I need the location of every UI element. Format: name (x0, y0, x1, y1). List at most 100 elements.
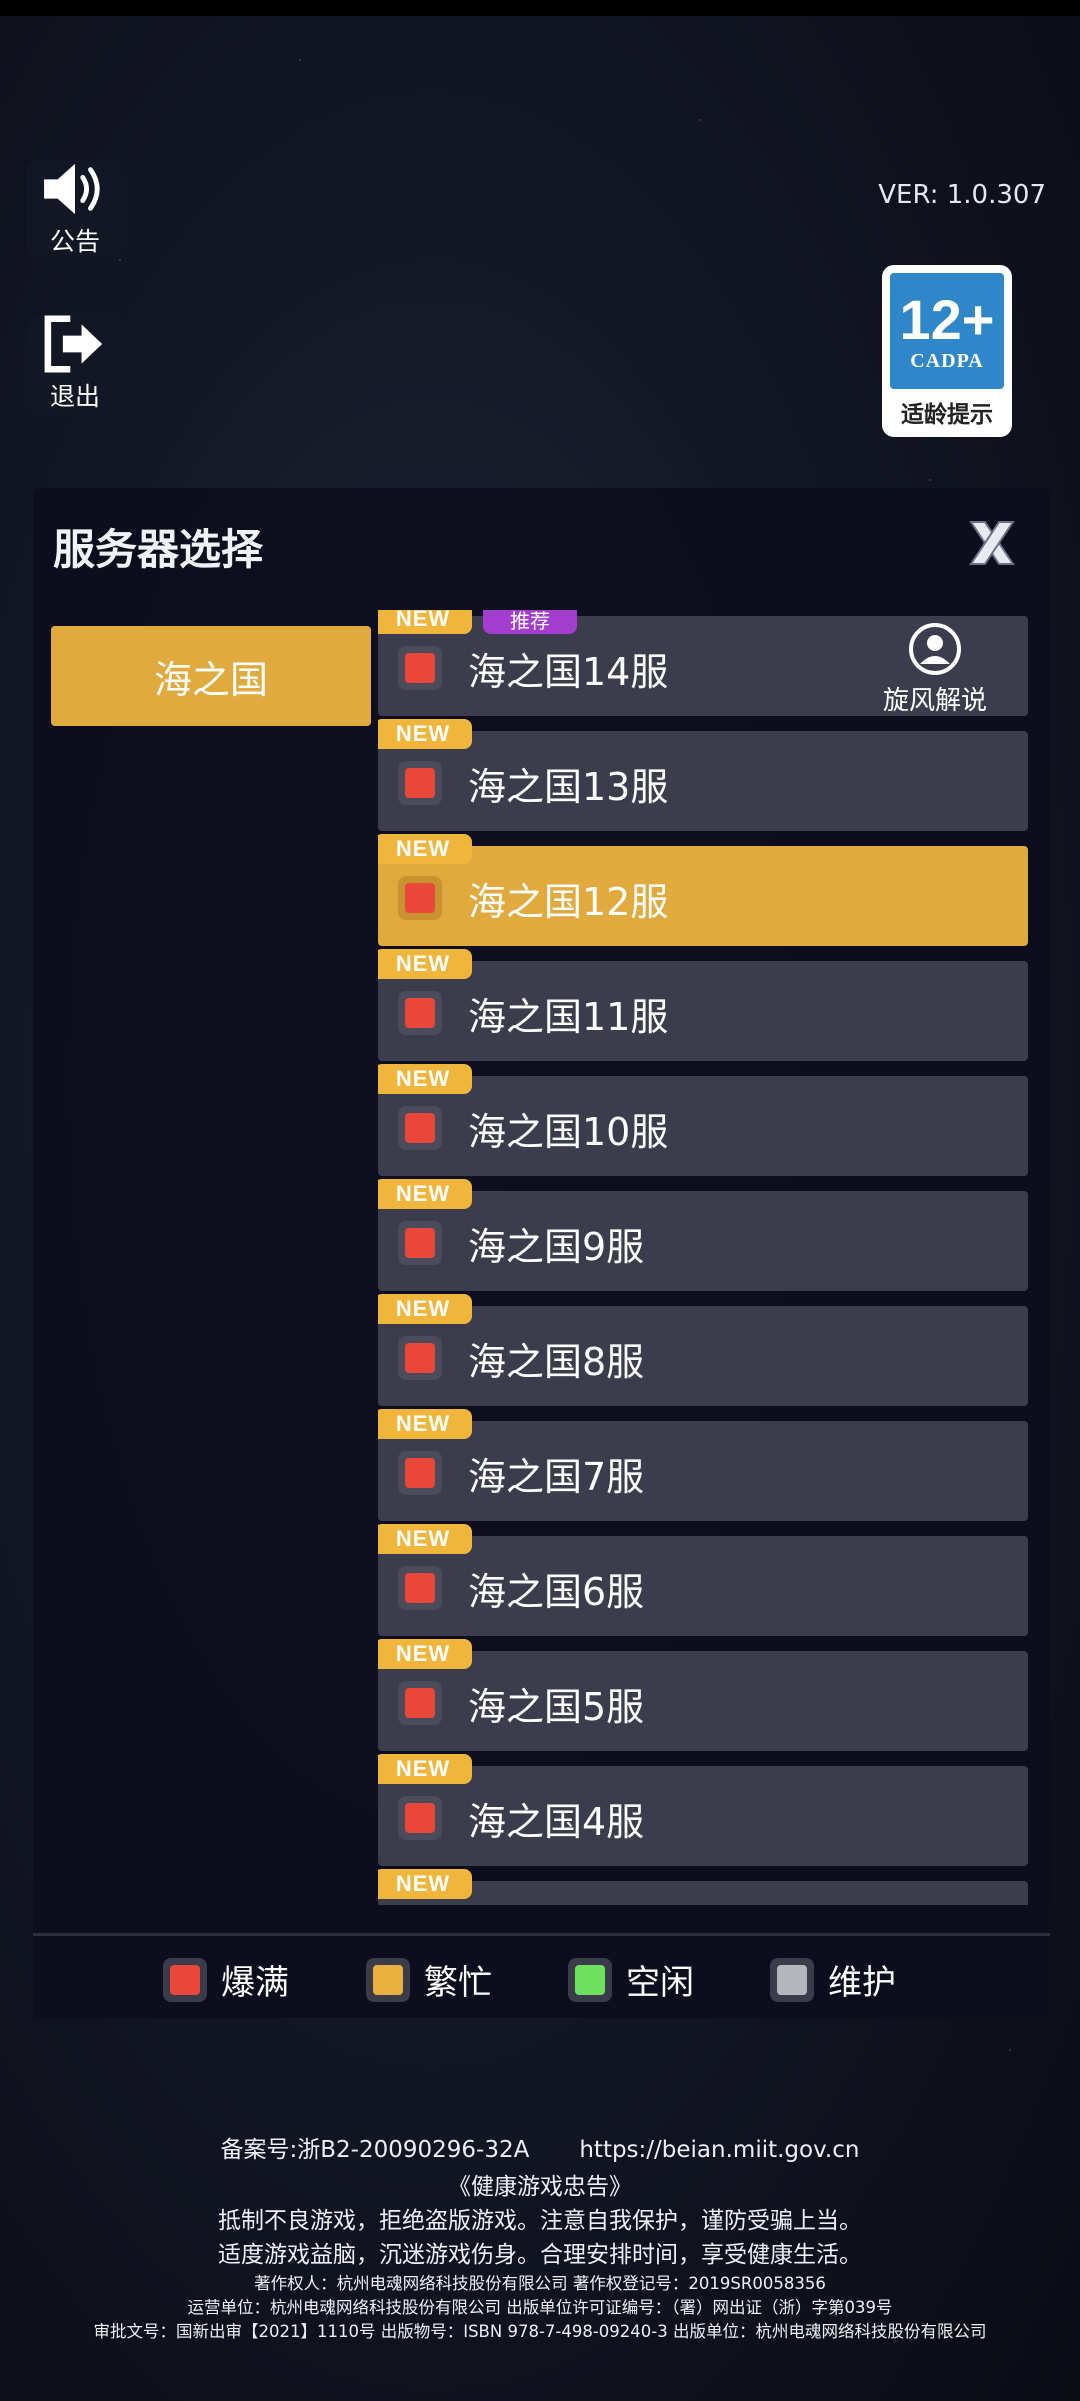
operator-line: 运营单位：杭州电魂网络科技股份有限公司 出版单位许可证编号：（署）网出证（浙）字… (187, 2298, 893, 2317)
server-row-partial[interactable]: NEW (378, 1869, 1028, 1905)
server-name: 海之国13服 (468, 765, 669, 809)
legend-label: 爆满 (221, 1963, 289, 2003)
status-legend: 爆满 繁忙 空闲 维护 (33, 1955, 1050, 2005)
server-name: 海之国9服 (468, 1225, 645, 1269)
server-status-indicator (398, 761, 442, 805)
server-status-indicator (398, 991, 442, 1035)
server-select-panel: 服务器选择 海之国 NEW 推荐 海之国14服 旋风解说 NEW 海之国13服 … (33, 488, 1050, 2018)
server-row[interactable]: NEW 海之国10服 (378, 1064, 1028, 1176)
server-row[interactable]: NEW 海之国9服 (378, 1179, 1028, 1291)
server-row[interactable]: NEW 海之国11服 (378, 949, 1028, 1061)
server-name: 海之国5服 (468, 1685, 645, 1729)
new-badge: NEW (378, 719, 472, 749)
announcement-label: 公告 (49, 227, 100, 256)
server-status-indicator (398, 876, 442, 920)
new-badge: NEW (378, 610, 472, 634)
age-rating-badge[interactable]: 12+ CADPA 适龄提示 (882, 265, 1012, 437)
server-name: 海之国6服 (468, 1570, 645, 1614)
legend-item-maintenance: 维护 (770, 1955, 896, 2004)
legend-item-busy: 繁忙 (366, 1955, 492, 2004)
server-status-indicator (398, 1221, 442, 1265)
server-name: 海之国11服 (468, 995, 669, 1039)
icp-line: 备案号:浙B2-20090296-32A https://beian.miit.g… (0, 2130, 1080, 2170)
server-name: 海之国8服 (468, 1340, 645, 1384)
server-name: 海之国14服 (468, 650, 669, 694)
legend-label: 空闲 (626, 1963, 694, 2003)
legend-item-full: 爆满 (163, 1955, 289, 2004)
approval-line: 审批文号：国新出审【2021】1110号 出版物号：ISBN 978-7-498… (93, 2322, 987, 2341)
panel-divider (33, 1933, 1050, 1936)
server-name: 海之国10服 (468, 1110, 669, 1154)
server-row[interactable]: NEW 海之国13服 (378, 719, 1028, 831)
new-badge: NEW (378, 1754, 472, 1784)
new-badge: NEW (378, 1409, 472, 1439)
new-badge: NEW (378, 1524, 472, 1554)
legend-swatch-green (575, 1964, 605, 1995)
health-notice-title: 《健康游戏忠告》 (448, 2174, 632, 2200)
legend-label: 维护 (828, 1963, 896, 2003)
new-badge: NEW (378, 1064, 472, 1094)
new-badge: NEW (378, 1294, 472, 1324)
server-row[interactable]: NEW 推荐 海之国14服 旋风解说 (378, 610, 1028, 717)
legend-swatch-yellow (373, 1964, 403, 1995)
server-status-indicator (398, 1796, 442, 1840)
status-full-dot (405, 1113, 435, 1143)
server-row[interactable]: NEW 海之国8服 (378, 1294, 1028, 1406)
age-rating-org: CADPA (910, 349, 984, 372)
new-badge: NEW (378, 1869, 472, 1899)
status-full-dot (405, 1458, 435, 1488)
server-row[interactable]: NEW 海之国4服 (378, 1754, 1028, 1866)
status-full-dot (405, 1688, 435, 1718)
age-rating-panel: 12+ CADPA (890, 273, 1004, 389)
legend-swatch-gray (777, 1964, 807, 1995)
new-badge: NEW (378, 1639, 472, 1669)
server-status-indicator (398, 1336, 442, 1380)
server-row[interactable]: NEW 海之国6服 (378, 1524, 1028, 1636)
close-icon (969, 521, 1015, 565)
health-notice-line2: 适度游戏益脑，沉迷游戏伤身。合理安排时间，享受健康生活。 (218, 2242, 862, 2268)
server-status-indicator (398, 1106, 442, 1150)
new-badge: NEW (378, 834, 472, 864)
commentary-button[interactable]: 旋风解说 (870, 622, 1000, 717)
status-full-dot (405, 998, 435, 1028)
legend-swatch-red (170, 1964, 200, 1995)
server-row[interactable]: NEW 海之国7服 (378, 1409, 1028, 1521)
server-row[interactable]: NEW 海之国5服 (378, 1639, 1028, 1751)
logout-button[interactable]: 退出 (26, 315, 124, 413)
server-name: 海之国4服 (468, 1800, 645, 1844)
server-list[interactable]: NEW 推荐 海之国14服 旋风解说 NEW 海之国13服 NEW 海之国12服 (378, 610, 1038, 1905)
server-status-indicator (398, 1566, 442, 1610)
server-status-indicator (398, 646, 442, 690)
server-name: 海之国12服 (468, 880, 669, 924)
status-full-dot (405, 1343, 435, 1373)
version-label: VER: 1.0.307 (878, 180, 1046, 210)
age-rating-number: 12+ (899, 287, 995, 351)
new-badge: NEW (378, 949, 472, 979)
status-full-dot (405, 883, 435, 913)
server-status-indicator (398, 1451, 442, 1495)
close-button[interactable] (965, 518, 1019, 568)
new-badge: NEW (378, 1179, 472, 1209)
footer-legal: 备案号:浙B2-20090296-32A https://beian.miit.g… (0, 2130, 1080, 2344)
icp-number: 备案号:浙B2-20090296-32A (220, 2137, 530, 2163)
legend-item-idle: 空闲 (568, 1955, 694, 2004)
status-full-dot (405, 653, 435, 683)
panel-title: 服务器选择 (53, 525, 264, 574)
speaker-icon (44, 163, 100, 215)
health-notice-line1: 抵制不良游戏，拒绝盗版游戏。注意自我保护，谨防受骗上当。 (218, 2208, 862, 2234)
status-full-dot (405, 1228, 435, 1258)
server-row-selected[interactable]: NEW 海之国12服 (378, 834, 1028, 946)
age-rating-tip: 适龄提示 (901, 402, 993, 428)
beian-link[interactable]: https://beian.miit.gov.cn (579, 2137, 859, 2163)
legend-label: 繁忙 (424, 1963, 492, 2003)
status-full-dot (405, 1573, 435, 1603)
logout-label: 退出 (49, 382, 100, 411)
server-status-indicator (398, 1681, 442, 1725)
exit-icon (44, 315, 103, 373)
region-tab-haizhiguo[interactable]: 海之国 (51, 626, 371, 726)
status-full-dot (405, 1803, 435, 1833)
status-full-dot (405, 768, 435, 798)
recommend-badge: 推荐 (483, 610, 577, 634)
announcement-button[interactable]: 公告 (26, 160, 124, 258)
user-avatar-icon (909, 623, 961, 675)
